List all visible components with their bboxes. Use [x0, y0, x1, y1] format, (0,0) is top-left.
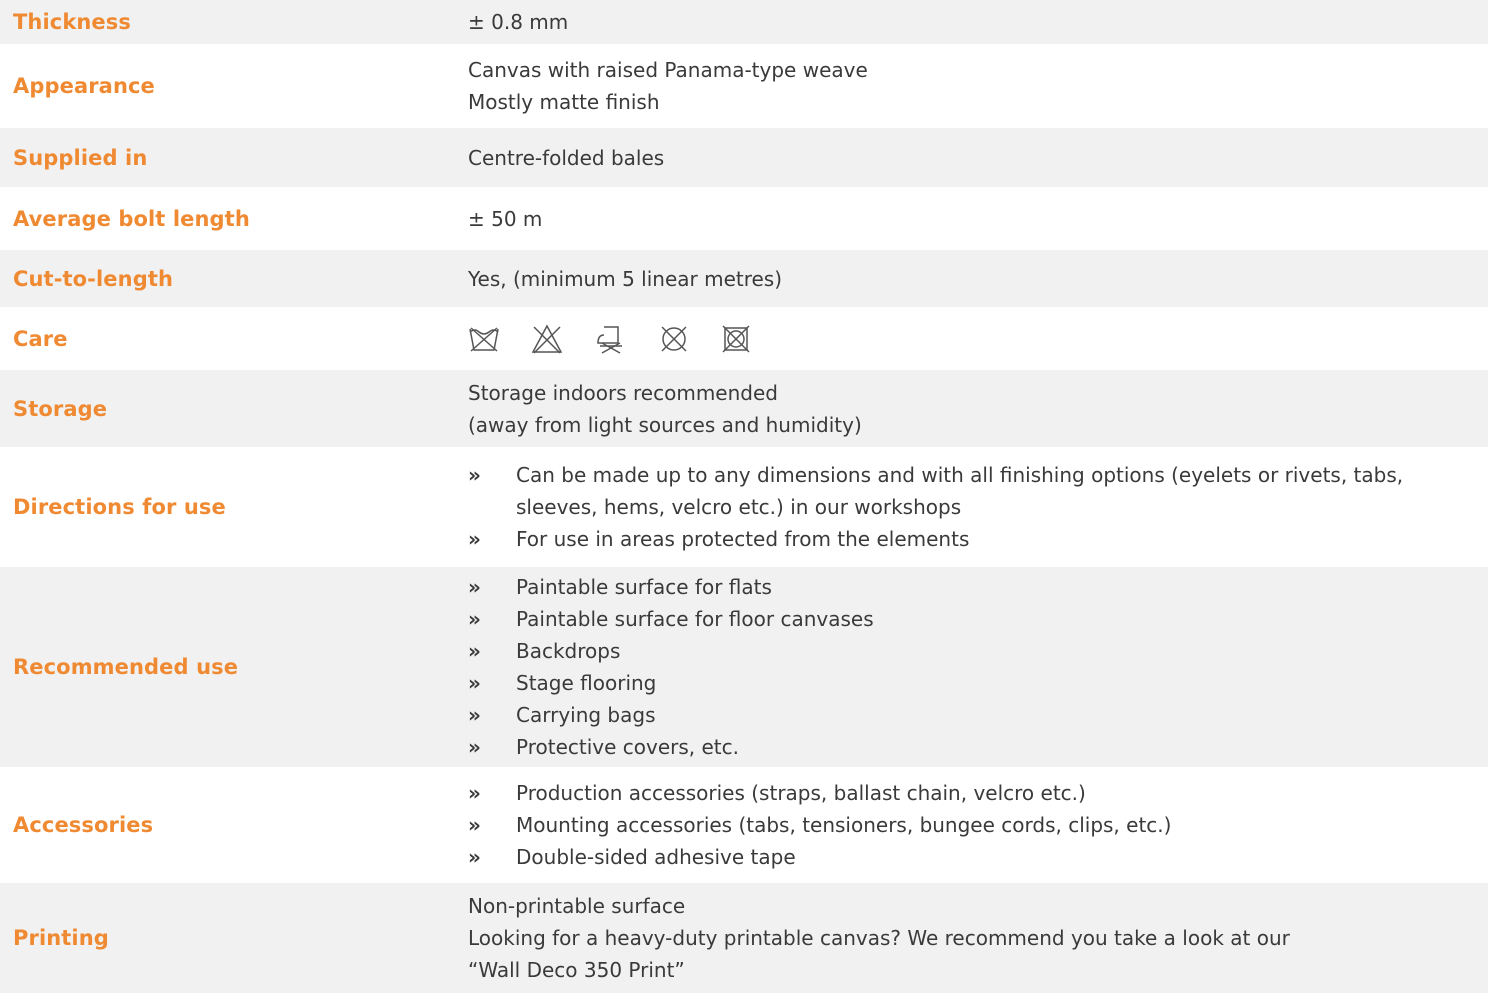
printing-line: Looking for a heavy-duty printable canva… — [468, 926, 1290, 950]
value-directions-for-use: » Can be made up to any dimensions and wi… — [468, 459, 1488, 555]
row-printing: Printing Non-printable surface Looking f… — [0, 883, 1488, 993]
list-item-text: Protective covers, etc. — [516, 735, 739, 759]
chevron-bullet-icon: » — [468, 463, 481, 487]
row-recommended-use: Recommended use » Paintable surface for f… — [0, 567, 1488, 770]
value-cut-to-length: Yes, (minimum 5 linear metres) — [468, 266, 783, 291]
storage-line: (away from light sources and humidity) — [468, 412, 862, 437]
row-thickness: Thickness ± 0.8 mm — [0, 0, 1488, 47]
appearance-line: Canvas with raised Panama-type weave — [468, 58, 868, 82]
chevron-bullet-icon: » — [468, 735, 481, 759]
directions-list: » Can be made up to any dimensions and wi… — [468, 459, 1478, 555]
value-thickness: ± 0.8 mm — [468, 10, 569, 34]
do-not-wash-icon — [469, 326, 499, 352]
do-not-tumble-dry-icon — [722, 324, 750, 353]
list-item-text: Carrying bags — [516, 703, 656, 727]
row-cut-to-length: Cut-to-length Yes, (minimum 5 linear met… — [0, 250, 1488, 310]
label-printing: Printing — [13, 926, 109, 950]
value-supplied-in: Centre-folded bales — [468, 145, 665, 170]
label-storage: Storage — [13, 396, 108, 421]
appearance-line: Mostly matte finish — [468, 90, 660, 114]
printing-line: “Wall Deco 350 Print” — [468, 958, 685, 982]
accessories-list: » Production accessories (straps, ballast… — [468, 777, 1478, 873]
list-item: » Double-sided adhesive tape — [468, 841, 1478, 873]
row-care: Care — [0, 310, 1488, 370]
printing-line: Non-printable surface — [468, 894, 686, 918]
chevron-bullet-icon: » — [468, 845, 481, 869]
row-average-bolt-length: Average bolt length ± 50 m — [0, 190, 1488, 250]
care-icons — [468, 323, 1478, 355]
do-not-iron-icon — [597, 325, 622, 354]
label-cut-to-length: Cut-to-length — [13, 266, 174, 291]
list-item: » Paintable surface for floor canvases — [468, 603, 1478, 635]
spec-table: Thickness ± 0.8 mm Appearance Canvas wit… — [0, 0, 1488, 993]
storage-line: Storage indoors recommended — [468, 380, 778, 405]
chevron-bullet-icon: » — [468, 781, 481, 805]
recommended-use-list: » Paintable surface for flats » Paintable … — [468, 571, 1478, 763]
chevron-bullet-icon: » — [468, 607, 481, 631]
list-item: » Can be made up to any dimensions and wi… — [468, 459, 1478, 523]
label-accessories: Accessories — [13, 813, 154, 837]
label-care: Care — [13, 326, 68, 351]
list-item-text: Double-sided adhesive tape — [516, 845, 796, 869]
label-supplied-in: Supplied in — [13, 145, 148, 170]
chevron-bullet-icon: » — [468, 639, 481, 663]
chevron-bullet-icon: » — [468, 703, 481, 727]
do-not-dry-clean-icon — [661, 325, 687, 352]
label-thickness: Thickness — [13, 10, 131, 34]
chevron-bullet-icon: » — [468, 813, 481, 837]
list-item: » Backdrops — [468, 635, 1478, 667]
list-item-text: Backdrops — [516, 639, 621, 663]
value-accessories: » Production accessories (straps, ballast… — [468, 777, 1488, 873]
label-appearance: Appearance — [13, 74, 155, 98]
list-item: » Carrying bags — [468, 699, 1478, 731]
list-item: » Production accessories (straps, ballast… — [468, 777, 1478, 809]
do-not-bleach-icon — [531, 323, 563, 354]
label-recommended-use: Recommended use — [13, 655, 239, 679]
value-care — [468, 323, 1488, 355]
list-item: » Protective covers, etc. — [468, 731, 1478, 763]
label-directions-for-use: Directions for use — [13, 495, 226, 519]
list-item: » Paintable surface for flats — [468, 571, 1478, 603]
list-item-text: Paintable surface for flats — [516, 575, 772, 599]
chevron-bullet-icon: » — [468, 671, 481, 695]
row-accessories: Accessories » Production accessories (str… — [0, 770, 1488, 883]
row-storage: Storage Storage indoors recommended (awa… — [0, 370, 1488, 450]
value-storage: Storage indoors recommended (away from l… — [468, 377, 1488, 441]
value-average-bolt-length: ± 50 m — [468, 206, 543, 231]
value-appearance: Canvas with raised Panama-type weave Mos… — [468, 54, 1488, 118]
value-recommended-use: » Paintable surface for flats » Paintable … — [468, 571, 1488, 763]
list-item-text: Paintable surface for floor canvases — [516, 607, 874, 631]
list-item-text: Stage flooring — [516, 671, 657, 695]
list-item-text: For use in areas protected from the elem… — [516, 527, 970, 551]
list-item: » Stage flooring — [468, 667, 1478, 699]
row-supplied-in: Supplied in Centre-folded bales — [0, 128, 1488, 190]
chevron-bullet-icon: » — [468, 575, 481, 599]
row-directions-for-use: Directions for use » Can be made up to an… — [0, 450, 1488, 567]
list-item-text: Production accessories (straps, ballast … — [516, 781, 1086, 805]
list-item: » Mounting accessories (tabs, tensioners,… — [468, 809, 1478, 841]
chevron-bullet-icon: » — [468, 527, 481, 551]
value-printing: Non-printable surface Looking for a heav… — [468, 890, 1488, 986]
list-item-text: Mounting accessories (tabs, tensioners, … — [516, 813, 1172, 837]
label-average-bolt-length: Average bolt length — [13, 206, 250, 231]
list-item: » For use in areas protected from the ele… — [468, 523, 1478, 555]
row-appearance: Appearance Canvas with raised Panama-typ… — [0, 47, 1488, 128]
list-item-text: Can be made up to any dimensions and wit… — [516, 463, 1404, 519]
